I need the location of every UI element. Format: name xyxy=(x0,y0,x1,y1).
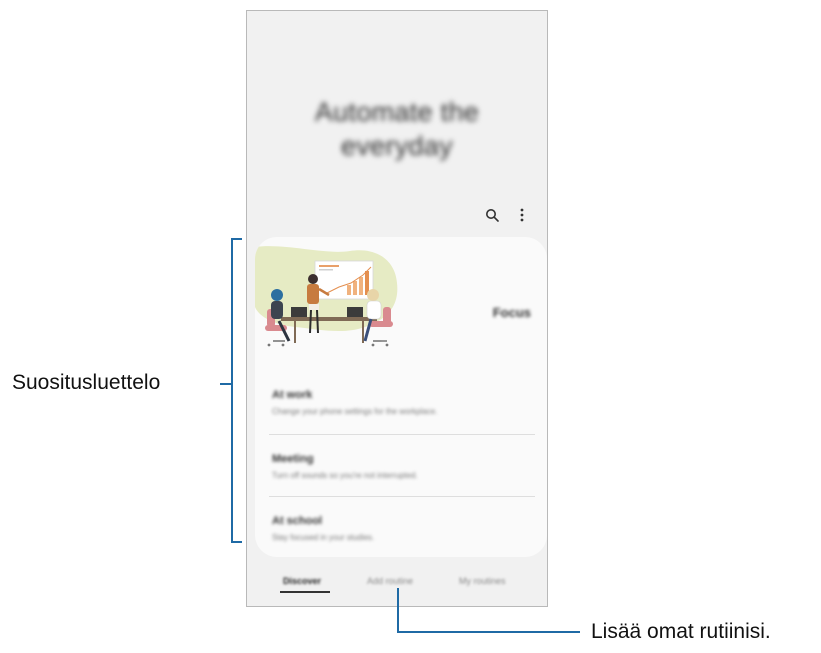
routine-item[interactable]: At school Stay focused in your studies. xyxy=(272,515,532,542)
callout-leader-left xyxy=(220,383,231,385)
tab-my-routines[interactable]: My routines xyxy=(459,576,506,586)
recommendation-list: Focus At work Change your phone settings… xyxy=(255,237,547,557)
callout-bracket-top xyxy=(231,238,242,240)
more-options-icon[interactable] xyxy=(511,204,533,226)
hero-title-line2: everyday xyxy=(341,131,453,161)
routine-title: At work xyxy=(272,389,313,401)
routine-description: Stay focused in your studies. xyxy=(272,533,375,542)
routine-description: Change your phone settings for the workp… xyxy=(272,407,438,416)
hero-title: Automate the everyday xyxy=(247,95,547,163)
tab-add-routine[interactable]: Add routine xyxy=(367,576,413,586)
callout-bracket-left xyxy=(231,238,233,543)
divider xyxy=(269,496,535,497)
routine-item[interactable]: Meeting Turn off sounds so you're not in… xyxy=(272,453,532,480)
callout-leader-vertical xyxy=(397,588,399,633)
divider xyxy=(269,434,535,435)
callout-bracket-bottom xyxy=(231,541,242,543)
hero-title-line1: Automate the xyxy=(314,97,480,127)
routine-item[interactable]: At work Change your phone settings for t… xyxy=(272,389,532,416)
routine-title: At school xyxy=(272,515,323,527)
search-icon[interactable] xyxy=(481,204,503,226)
focus-label: Focus xyxy=(492,305,531,320)
routine-description: Turn off sounds so you're not interrupte… xyxy=(272,471,418,480)
callout-label-add-routines: Lisää omat rutiinisi. xyxy=(591,620,771,643)
tab-selected-indicator xyxy=(280,591,330,593)
phone-screen: Automate the everyday Focus At work Chan… xyxy=(246,10,548,607)
tab-discover[interactable]: Discover xyxy=(283,576,321,586)
manual-illustration: Automate the everyday Focus At work Chan… xyxy=(0,0,821,653)
routine-title: Meeting xyxy=(272,453,314,465)
callout-leader-horizontal xyxy=(397,631,580,633)
meeting-illustration xyxy=(255,246,398,347)
callout-label-recommendations: Suositusluettelo xyxy=(12,371,161,394)
